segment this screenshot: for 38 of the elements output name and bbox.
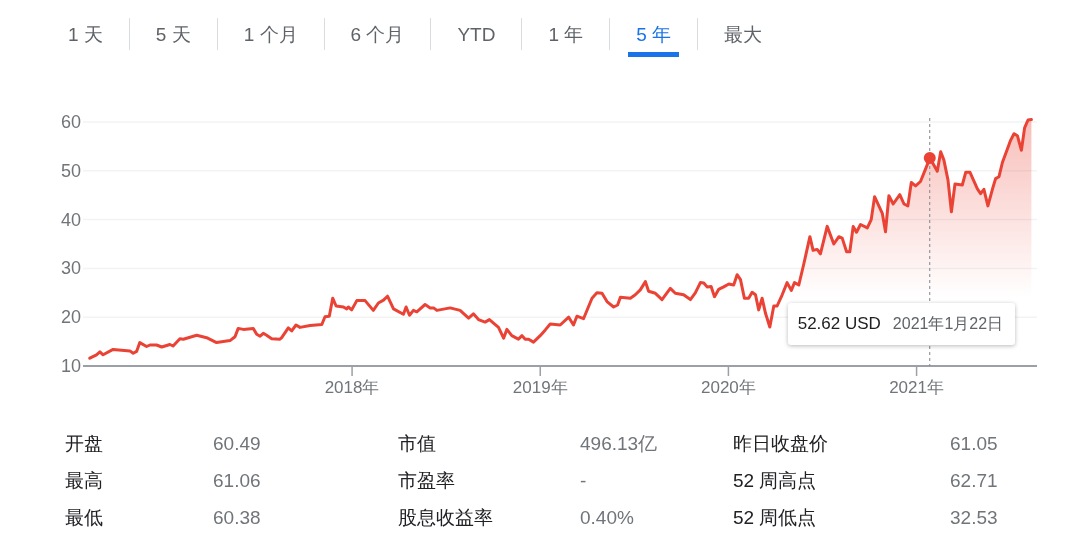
- x-axis-label: 2018年: [324, 377, 380, 397]
- stat-label: 股息收益率: [398, 505, 494, 530]
- tooltip-date: 2021年1月22日: [892, 313, 1004, 334]
- stat-label: 最高: [65, 468, 104, 493]
- y-axis-label: 10: [60, 356, 81, 376]
- stat-value: 496.13亿: [580, 431, 659, 456]
- stat-value: 62.71: [950, 469, 999, 492]
- point-marker-icon: [923, 152, 936, 165]
- stat-value: -: [580, 469, 588, 492]
- stat-label: 52 周高点: [733, 468, 818, 493]
- stat-value: 60.38: [213, 506, 262, 529]
- range-tab[interactable]: 1 天: [42, 17, 129, 57]
- stat-label: 52 周低点: [733, 505, 818, 530]
- stat-value: 0.40%: [580, 506, 635, 529]
- stat-value: 61.06: [213, 469, 262, 492]
- x-axis-label: 2021年: [889, 377, 944, 397]
- range-tab[interactable]: YTD: [431, 17, 522, 57]
- range-tab[interactable]: 6 个月: [324, 17, 431, 57]
- stat-value: 61.05: [950, 432, 999, 455]
- range-tab[interactable]: 1 年: [522, 17, 610, 57]
- stat-label: 昨日收盘价: [733, 431, 829, 456]
- x-axis-label: 2020年: [701, 377, 756, 397]
- stat-label: 开盘: [65, 431, 104, 456]
- tooltip-value: 52.62 USD: [797, 314, 881, 334]
- y-axis-label: 60: [60, 112, 81, 132]
- stat-label: 市盈率: [398, 468, 456, 493]
- range-tab[interactable]: 最大: [698, 17, 789, 57]
- y-axis-label: 40: [60, 209, 81, 230]
- y-axis-label: 50: [60, 160, 81, 181]
- range-tab[interactable]: 1 个月: [217, 17, 324, 57]
- x-axis-label: 2019年: [512, 377, 568, 397]
- stat-label: 市值: [398, 431, 437, 456]
- stat-label: 最低: [65, 505, 104, 530]
- stat-value: 32.53: [950, 506, 999, 529]
- y-axis-label: 30: [60, 258, 81, 279]
- stat-value: 60.49: [213, 432, 262, 455]
- y-axis-label: 20: [60, 307, 81, 328]
- range-tab[interactable]: 5 天: [129, 17, 217, 57]
